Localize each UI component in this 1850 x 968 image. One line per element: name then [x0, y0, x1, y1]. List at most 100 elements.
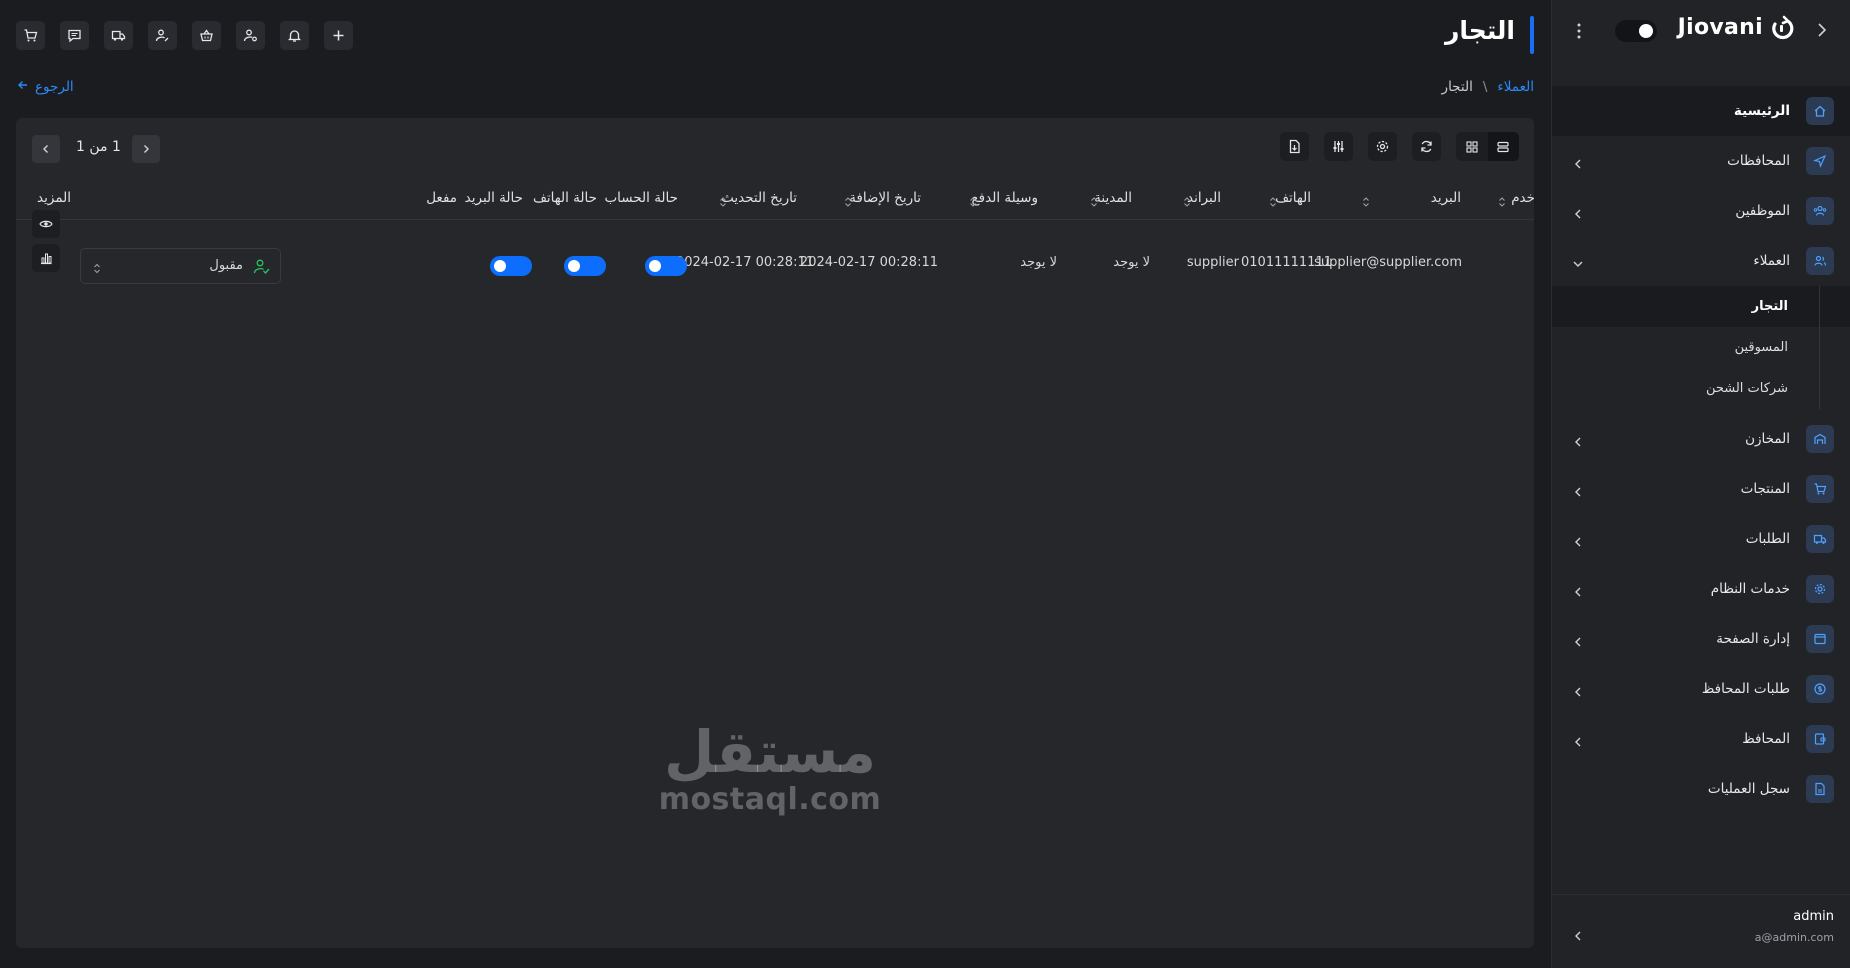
- view-toggle: [1456, 132, 1519, 161]
- chevron-left-icon: [1572, 433, 1584, 447]
- window-icon: [1806, 625, 1834, 653]
- column-header-phone[interactable]: الهاتف: [1275, 190, 1311, 206]
- refresh-icon[interactable]: [1412, 132, 1441, 161]
- eye-icon[interactable]: [32, 210, 60, 238]
- pager-next-button[interactable]: [132, 135, 160, 163]
- customers-submenu: التجار المسوقين شركات الشحن: [1552, 286, 1850, 409]
- watermark-arabic: مستقل: [663, 718, 877, 786]
- bell-icon[interactable]: [280, 21, 309, 50]
- user-panel[interactable]: admin a@admin.com: [1552, 894, 1850, 968]
- sidebar-subitem-merchants[interactable]: التجار: [1552, 286, 1850, 327]
- sidebar-item-page-management[interactable]: إدارة الصفحة: [1552, 614, 1850, 664]
- warehouse-icon: [1806, 425, 1834, 453]
- sidebar-item-system-services[interactable]: خدمات النظام: [1552, 564, 1850, 614]
- sidebar-menu: الرئيسية المحافظات الموظفين العملاء التج…: [1552, 86, 1850, 814]
- cart-icon[interactable]: [16, 21, 45, 50]
- column-header-enabled: مفعل: [426, 190, 457, 206]
- brand-logo[interactable]: Jiovani: [1678, 14, 1795, 40]
- sort-icon[interactable]: [1269, 193, 1277, 207]
- arrow-left-icon: [17, 79, 29, 95]
- more-vertical-icon[interactable]: [1576, 20, 1582, 42]
- email-status-toggle[interactable]: [490, 256, 532, 276]
- gear-icon[interactable]: [1368, 132, 1397, 161]
- theme-toggle[interactable]: [1615, 20, 1657, 42]
- chevron-left-icon: [1572, 533, 1584, 547]
- sidebar-item-products[interactable]: المنتجات: [1552, 464, 1850, 514]
- grid-view-icon[interactable]: [1456, 132, 1488, 161]
- chevron-right-icon[interactable]: [1814, 22, 1830, 38]
- sidebar-item-orders[interactable]: الطلبات: [1552, 514, 1850, 564]
- chevron-left-icon: [1572, 483, 1584, 497]
- filter-sliders-icon[interactable]: [1324, 132, 1353, 161]
- sidebar-item-home[interactable]: الرئيسية: [1552, 86, 1850, 136]
- sort-icon[interactable]: [1498, 193, 1506, 207]
- column-header-phone-status: حالة الهاتف: [532, 190, 597, 206]
- column-header-brand[interactable]: البراند: [1187, 190, 1221, 206]
- back-link[interactable]: الرجوع: [17, 79, 74, 95]
- sort-icon[interactable]: [969, 193, 977, 207]
- team-icon: [1806, 197, 1834, 225]
- chevron-left-icon: [1572, 927, 1584, 941]
- chevron-down-icon: [1572, 255, 1584, 267]
- send-icon: [1806, 147, 1834, 175]
- sidebar-item-label: إدارة الصفحة: [1716, 631, 1790, 647]
- status-select[interactable]: مقبول: [80, 248, 281, 284]
- breadcrumb-current: التجار: [1441, 79, 1473, 95]
- sidebar-item-customers[interactable]: العملاء: [1552, 236, 1850, 286]
- user-edit-icon[interactable]: [148, 21, 177, 50]
- sort-icon[interactable]: [1362, 193, 1370, 207]
- list-view-icon[interactable]: [1487, 132, 1519, 161]
- sidebar-item-label: الرئيسية: [1733, 103, 1790, 119]
- sidebar-item-employees[interactable]: الموظفين: [1552, 186, 1850, 236]
- breadcrumb: العملاء \ التجار: [1442, 79, 1534, 95]
- chevron-left-icon: [1572, 683, 1584, 697]
- message-icon[interactable]: [60, 21, 89, 50]
- sidebar-item-governorates[interactable]: المحافظات: [1552, 136, 1850, 186]
- cell-city: لا يوجد: [1113, 255, 1150, 270]
- truck-icon: [1806, 525, 1834, 553]
- column-header-city[interactable]: المدينة: [1094, 190, 1132, 206]
- phone-status-toggle[interactable]: [564, 256, 606, 276]
- cell-updated-at: 2024-02-17 00:28:11: [675, 255, 814, 270]
- user-email: a@admin.com: [1754, 931, 1834, 944]
- wallet-icon: [1806, 725, 1834, 753]
- sidebar-item-label: الطلبات: [1745, 531, 1790, 547]
- export-file-icon[interactable]: [1280, 132, 1309, 161]
- account-status-toggle[interactable]: [645, 256, 687, 276]
- sidebar-item-wallet-requests[interactable]: طلبات المحافظ: [1552, 664, 1850, 714]
- back-label: الرجوع: [35, 79, 74, 95]
- sidebar-item-warehouses[interactable]: المخازن: [1552, 414, 1850, 464]
- sidebar-item-label: سجل العمليات: [1707, 781, 1790, 797]
- sort-icon[interactable]: [1183, 193, 1191, 207]
- sort-icon[interactable]: [719, 193, 727, 207]
- users-icon: [1806, 247, 1834, 275]
- sidebar-item-label: خدمات النظام: [1710, 581, 1790, 597]
- column-header-created-at[interactable]: تاريخ الإضافة: [849, 190, 921, 206]
- sidebar-subitem-shipping-companies[interactable]: شركات الشحن: [1552, 368, 1850, 409]
- cell-phone: 01011111111: [1241, 255, 1332, 270]
- sidebar-item-label: الموظفين: [1735, 203, 1790, 219]
- gear-icon: [1806, 575, 1834, 603]
- basket-icon[interactable]: [192, 21, 221, 50]
- user-settings-icon[interactable]: [236, 21, 265, 50]
- sidebar-item-label: المخازن: [1745, 431, 1790, 447]
- sidebar-item-wallets[interactable]: المحافظ: [1552, 714, 1850, 764]
- sidebar-subitem-marketers[interactable]: المسوقين: [1552, 327, 1850, 368]
- column-header-email[interactable]: البريد: [1431, 190, 1461, 206]
- column-header-payment-method[interactable]: وسيلة الدفع: [972, 190, 1039, 206]
- table-row: supplier@supplier.com 01011111111 suppli…: [16, 210, 1534, 304]
- sidebar-item-label: المحافظ: [1742, 731, 1790, 747]
- column-header-updated-at[interactable]: تاريخ التحديث: [721, 190, 797, 206]
- top-toolbar: [16, 21, 353, 50]
- sort-icon[interactable]: [844, 193, 852, 207]
- pager-prev-button[interactable]: [32, 135, 60, 163]
- sidebar-header: Jiovani: [1552, 0, 1850, 64]
- column-header-service[interactable]: خدم: [1511, 190, 1534, 206]
- breadcrumb-link-customers[interactable]: العملاء: [1497, 79, 1534, 95]
- chevron-left-icon: [1572, 155, 1584, 169]
- sidebar-item-operations-log[interactable]: سجل العمليات: [1552, 764, 1850, 814]
- truck-icon[interactable]: [104, 21, 133, 50]
- bar-chart-icon[interactable]: [32, 244, 60, 272]
- sort-icon[interactable]: [1090, 193, 1098, 207]
- plus-icon[interactable]: [324, 21, 353, 50]
